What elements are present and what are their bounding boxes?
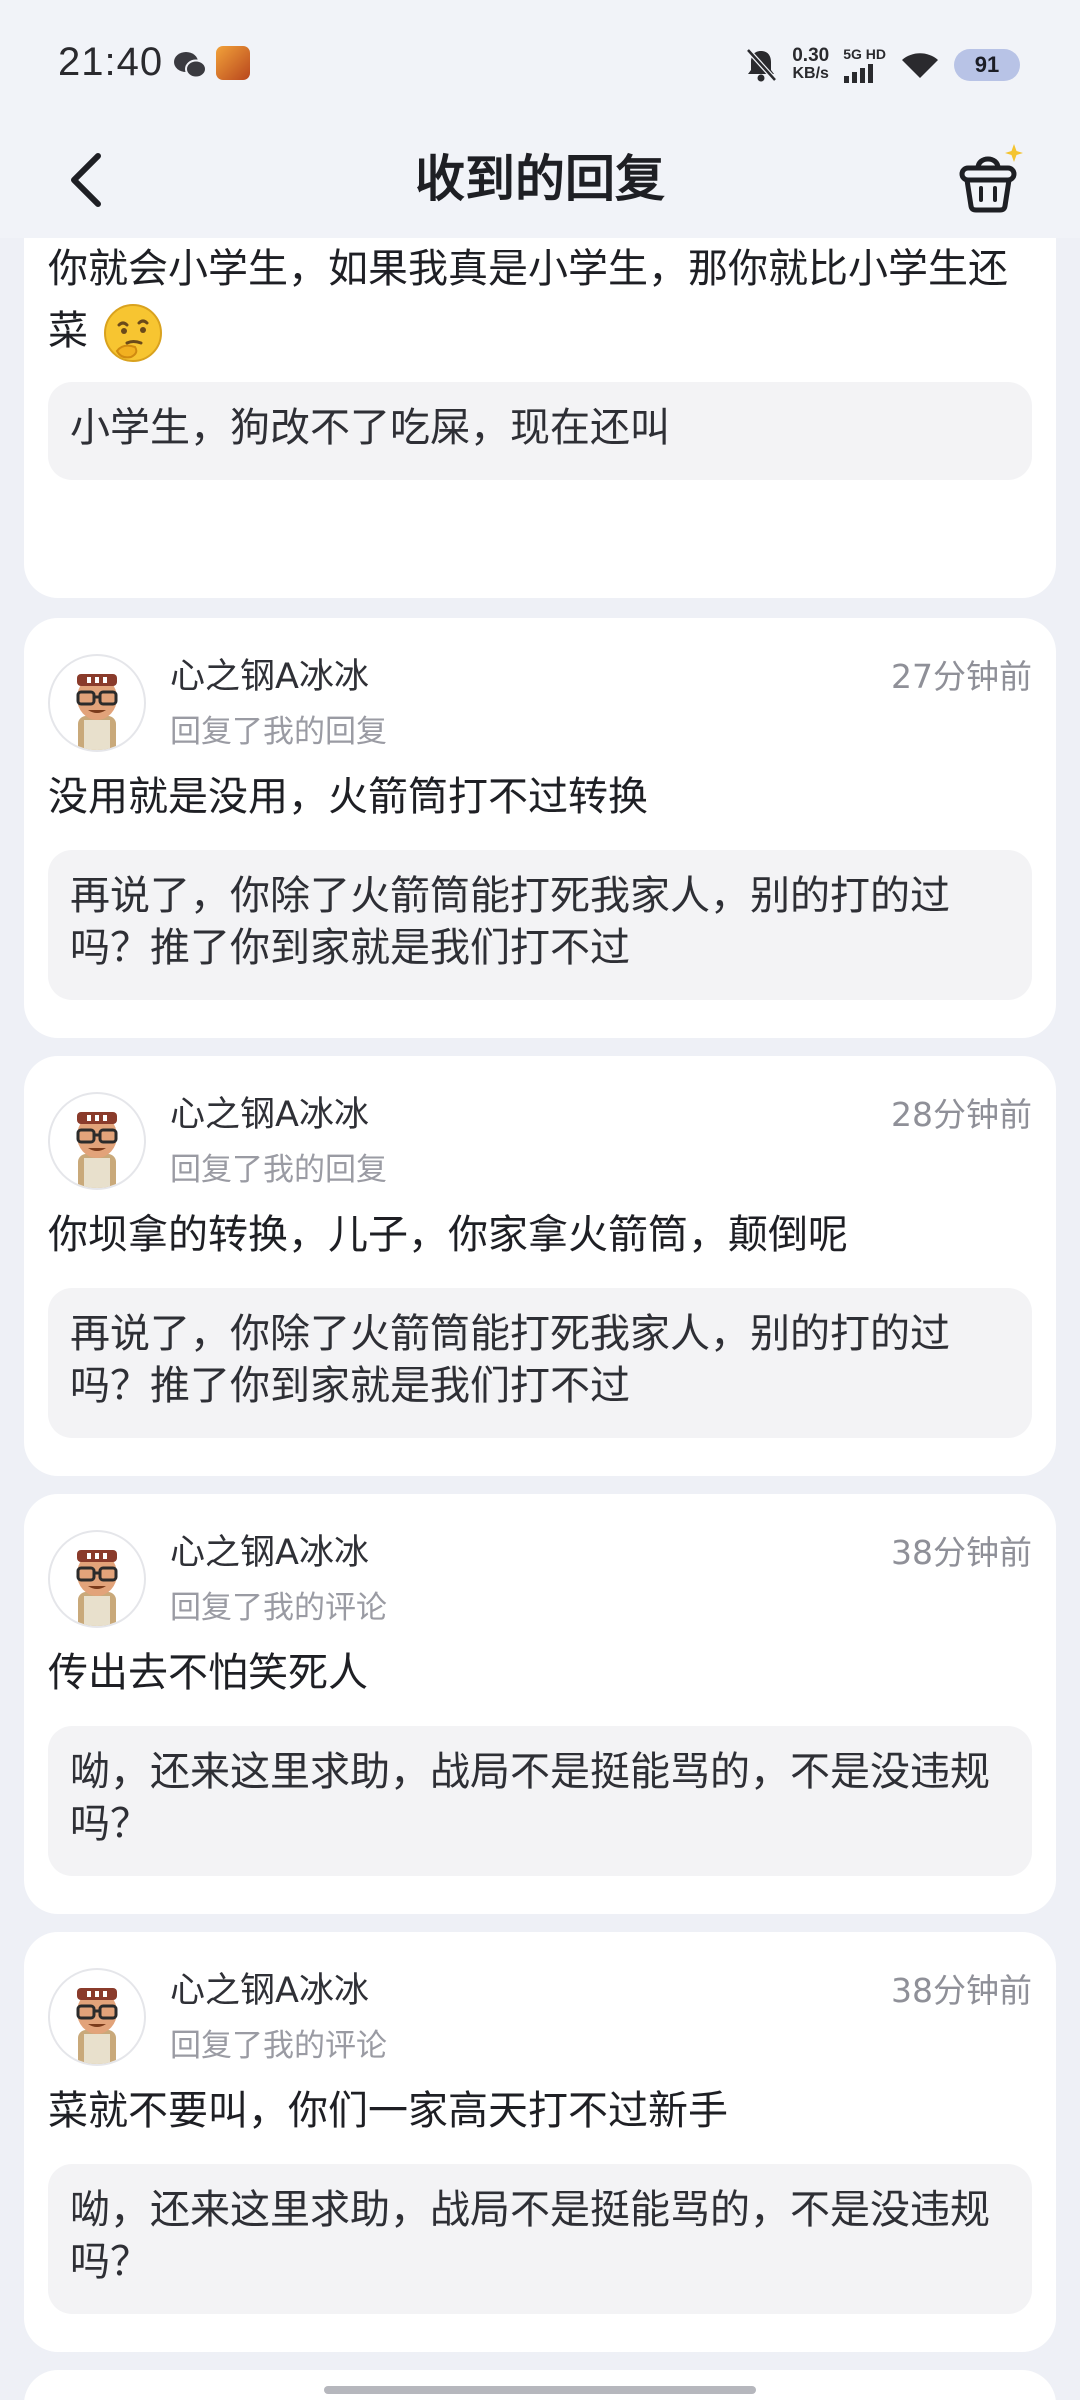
net-speed-value: 0.30 xyxy=(792,45,830,66)
thinking-face-emoji xyxy=(103,304,162,362)
status-bar: 21:40 0.30 KB/s 5G HD 91 xyxy=(0,0,1080,130)
quoted-comment: 呦，还来这里求助，战局不是挺能骂的，不是没违规吗？ xyxy=(48,2164,1032,2314)
quoted-comment: 呦，还来这里求助，战局不是挺能骂的，不是没违规吗？ xyxy=(48,1726,1032,1876)
avatar[interactable] xyxy=(48,654,146,752)
timestamp: 38分钟前 xyxy=(891,1971,1032,2010)
avatar-character xyxy=(76,1550,118,1626)
reply-type: 回复了我的评论 xyxy=(170,2028,387,2064)
avatar-character xyxy=(76,1112,118,1188)
replies-feed[interactable]: 回复了我的回复 你就会小学生，如果我真是小学生，那你就比小学生还菜 小学生，狗改… xyxy=(0,238,1080,2400)
avatar-character xyxy=(76,674,118,750)
app-header: 收到的回复 xyxy=(0,130,1080,238)
wifi-icon xyxy=(902,53,938,78)
timestamp: 38分钟前 xyxy=(891,1533,1032,1572)
reply-text: 你坝拿的转换，儿子，你家拿火箭筒，颠倒呢 xyxy=(48,1212,848,1258)
reply-text: 菜就不要叫，你们一家高天打不过新手 xyxy=(48,2088,728,2134)
game-app-icon xyxy=(216,46,250,80)
quoted-comment: 再说了，你除了火箭筒能打死我家人，别的打的过吗？推了你到家就是我们打不过 xyxy=(48,1288,1032,1438)
status-indicators: 0.30 KB/s 5G HD 91 xyxy=(744,44,1020,86)
reply-type: 回复了我的回复 xyxy=(170,714,387,750)
reply-card[interactable]: 心之钢A冰冰 28分钟前 回复了我的回复 你坝拿的转换，儿子，你家拿火箭筒，颠倒… xyxy=(24,1056,1056,1476)
reply-text: 传出去不怕笑死人 xyxy=(48,1650,368,1696)
user-name[interactable]: 心之钢A冰冰 xyxy=(170,654,369,700)
status-time: 21:40 xyxy=(58,40,164,84)
timestamp: 27分钟前 xyxy=(891,657,1032,696)
cell-signal: 5G HD xyxy=(843,47,886,83)
avatar[interactable] xyxy=(48,1968,146,2066)
user-name[interactable]: 心之钢A冰冰 xyxy=(170,1968,369,2014)
page-title: 收到的回复 xyxy=(415,150,665,208)
net-speed-unit: KB/s xyxy=(792,65,829,82)
avatar[interactable] xyxy=(48,1092,146,1190)
reply-text: 没用就是没用，火箭筒打不过转换 xyxy=(48,774,648,820)
reply-card[interactable]: 回复了我的回复 你就会小学生，如果我真是小学生，那你就比小学生还菜 小学生，狗改… xyxy=(24,238,1056,598)
avatar-character xyxy=(76,1988,118,2064)
avatar[interactable] xyxy=(48,1530,146,1628)
reply-card[interactable]: 心之钢A冰冰 27分钟前 回复了我的回复 没用就是没用，火箭筒打不过转换 再说了… xyxy=(24,618,1056,1038)
reply-type: 回复了我的回复 xyxy=(170,1152,387,1188)
quoted-comment: 小学生，狗改不了吃屎，现在还叫 xyxy=(48,382,1032,480)
signal-icon xyxy=(844,64,874,83)
net-speed: 0.30 KB/s xyxy=(792,45,830,83)
signal-label: 5G HD xyxy=(843,46,886,62)
reply-type: 回复了我的评论 xyxy=(170,1590,387,1626)
battery-icon: 91 xyxy=(954,49,1020,81)
reply-text: 你就会小学生，如果我真是小学生，那你就比小学生还菜 xyxy=(48,238,1032,365)
reply-card[interactable]: 心之钢A冰冰 38分钟前 回复了我的评论 菜就不要叫，你们一家高天打不过新手 呦… xyxy=(24,1932,1056,2352)
user-name[interactable]: 心之钢A冰冰 xyxy=(170,1092,369,1138)
timestamp: 28分钟前 xyxy=(891,1095,1032,1134)
user-name[interactable]: 心之钢A冰冰 xyxy=(170,1530,369,1576)
reply-text-content: 你就会小学生，如果我真是小学生，那你就比小学生还菜 xyxy=(48,246,1008,354)
reply-card[interactable] xyxy=(24,2370,1056,2400)
reply-card[interactable]: 心之钢A冰冰 38分钟前 回复了我的评论 传出去不怕笑死人 呦，还来这里求助，战… xyxy=(24,1494,1056,1914)
wechat-icon xyxy=(174,52,207,79)
quoted-comment: 再说了，你除了火箭筒能打死我家人，别的打的过吗？推了你到家就是我们打不过 xyxy=(48,850,1032,1000)
home-indicator[interactable] xyxy=(324,2386,756,2394)
basket-sparkle-icon[interactable] xyxy=(948,138,1032,222)
mute-bell-icon xyxy=(746,48,778,82)
